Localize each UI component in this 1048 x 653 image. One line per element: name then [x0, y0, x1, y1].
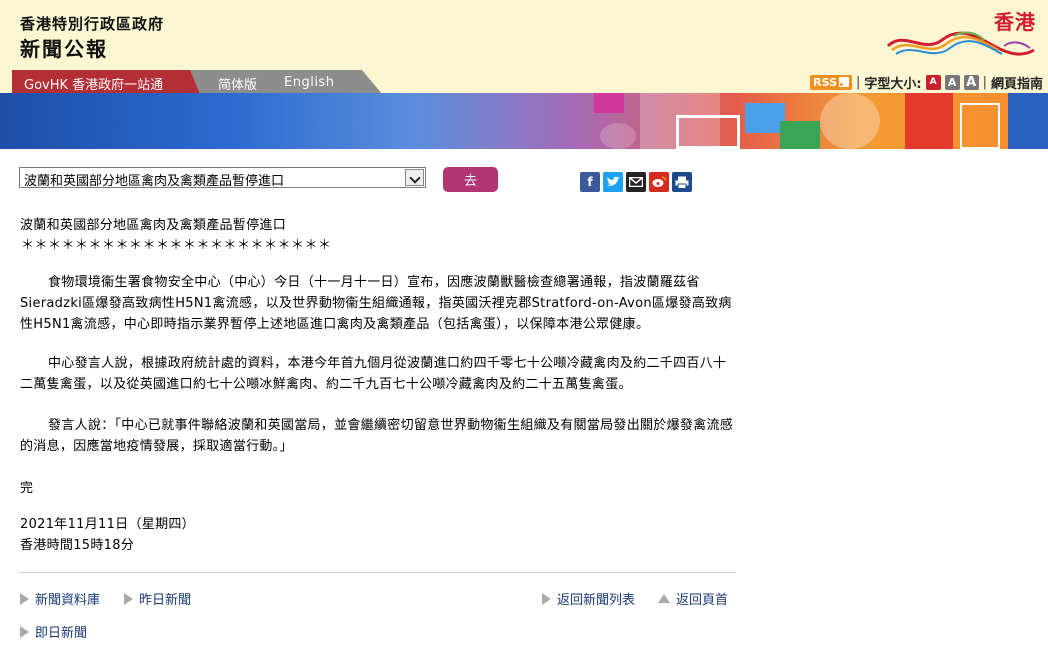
govhk-link[interactable]: GovHK 香港政府一站通: [12, 70, 202, 94]
language-bar: 简体版 English: [190, 70, 382, 94]
back-to-top-link[interactable]: 返回頁首: [658, 589, 728, 608]
hong-kong-logo-text: 香港: [994, 10, 1036, 34]
release-time: 香港時間15時18分: [20, 538, 135, 553]
news-archive-label: 新聞資料庫: [35, 593, 101, 608]
arrow-right-icon: [542, 592, 551, 605]
todays-press-releases-link[interactable]: 即日新聞: [20, 622, 87, 641]
back-to-news-list-link[interactable]: 返回新聞列表: [542, 589, 635, 608]
paragraph-3: 發言人說：「中心已就事件聯絡波蘭和英國當局，並會繼續密切留意世界動物衞生組織及有…: [20, 418, 734, 454]
masthead: 香港特別行政區政府 新聞公報 香港: [0, 0, 1048, 70]
print-icon[interactable]: [672, 172, 692, 192]
arrow-right-icon: [20, 592, 29, 605]
paragraph-2: 中心發言人說，根據政府統計處的資料，本港今年首九個月從波蘭進口約四千零七十公噸冷…: [20, 356, 727, 392]
separator: |: [982, 74, 987, 90]
go-button[interactable]: 去: [443, 167, 498, 192]
star-divider: ＊＊＊＊＊＊＊＊＊＊＊＊＊＊＊＊＊＊＊＊＊＊＊: [21, 238, 332, 253]
website-guide-link[interactable]: 網頁指南: [991, 73, 1043, 92]
share-bar: f: [580, 172, 692, 192]
arrow-right-icon: [20, 625, 29, 638]
press-release-headline: 波蘭和英國部分地區禽肉及禽類產品暫停進口: [20, 218, 287, 233]
twitter-icon[interactable]: [603, 172, 623, 192]
paragraph-1: 食物環境衞生署食物安全中心（中心）今日（十一月十一日）宣布，因應波蘭獸醫檢查總署…: [20, 275, 732, 332]
font-size-large-button[interactable]: A: [963, 74, 979, 90]
yesterdays-news-link[interactable]: 昨日新聞: [124, 589, 191, 608]
rss-label: RSS: [813, 75, 837, 89]
rss-icon[interactable]: RSS: [810, 74, 852, 90]
end-mark: 完: [20, 481, 34, 496]
tool-bar: RSS | 字型大小: A A A | 網頁指南: [810, 70, 1043, 94]
facebook-icon[interactable]: f: [580, 172, 600, 192]
government-name: 香港特別行政區政府: [20, 15, 165, 33]
back-to-top-label: 返回頁首: [676, 593, 729, 608]
back-to-news-list-label: 返回新聞列表: [557, 593, 636, 608]
arrow-right-icon: [124, 592, 133, 605]
font-size-small-button[interactable]: A: [925, 74, 941, 90]
english-link[interactable]: English: [284, 75, 334, 90]
release-date: 2021年11月11日（星期四）: [20, 517, 195, 532]
todays-press-releases-label: 即日新聞: [35, 626, 88, 641]
brand-hong-kong-logo[interactable]: 香港: [884, 6, 1036, 62]
news-select-dropdown[interactable]: 波蘭和英國部分地區禽肉及禽類產品暫停進口: [19, 167, 426, 189]
banner-image: [0, 93, 1048, 149]
yesterdays-news-label: 昨日新聞: [139, 593, 192, 608]
footer-divider: [19, 572, 736, 573]
separator: |: [856, 74, 861, 90]
press-releases-title[interactable]: 新聞公報: [20, 33, 108, 62]
arrow-up-icon: [658, 594, 670, 603]
font-size-medium-button[interactable]: A: [944, 74, 960, 90]
news-archive-link[interactable]: 新聞資料庫: [20, 589, 100, 608]
govhk-label: GovHK 香港政府一站通: [24, 78, 164, 93]
simplified-chinese-link[interactable]: 简体版: [218, 74, 257, 93]
news-select-value: 波蘭和英國部分地區禽肉及禽類產品暫停進口: [24, 174, 285, 189]
font-size-label: 字型大小:: [864, 76, 922, 92]
email-icon[interactable]: [626, 172, 646, 192]
rss-feed-icon: [839, 77, 849, 87]
chevron-down-icon[interactable]: [405, 169, 424, 186]
weibo-icon[interactable]: [649, 172, 669, 192]
